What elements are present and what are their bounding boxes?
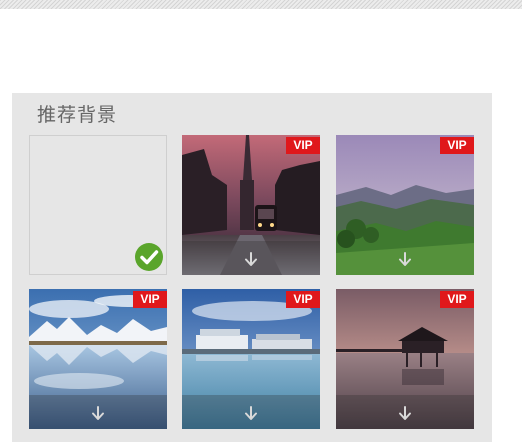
download-arrow-icon[interactable] [91,406,105,422]
download-arrow-icon[interactable] [398,252,412,268]
vip-badge: VIP [440,291,474,308]
top-texture-strip [0,0,522,9]
background-tile-blank[interactable] [29,135,167,275]
background-tile-mountain-valley[interactable]: VIP [336,135,474,275]
section-title: 推荐背景 [37,104,118,126]
background-tile-harbor[interactable]: VIP [182,289,320,429]
vip-badge: VIP [440,137,474,154]
check-circle-icon [135,243,163,271]
recommended-backgrounds-panel: 推荐背景 VIP VIP VIP VIP VIP [12,93,492,442]
vip-badge: VIP [133,291,167,308]
download-arrow-icon[interactable] [244,406,258,422]
background-tile-snowy-mountains[interactable]: VIP [29,289,167,429]
download-arrow-icon[interactable] [244,252,258,268]
background-tile-pier-hut[interactable]: VIP [336,289,474,429]
background-tile-city-street[interactable]: VIP [182,135,320,275]
download-arrow-icon[interactable] [398,406,412,422]
vip-badge: VIP [286,137,320,154]
vip-badge: VIP [286,291,320,308]
